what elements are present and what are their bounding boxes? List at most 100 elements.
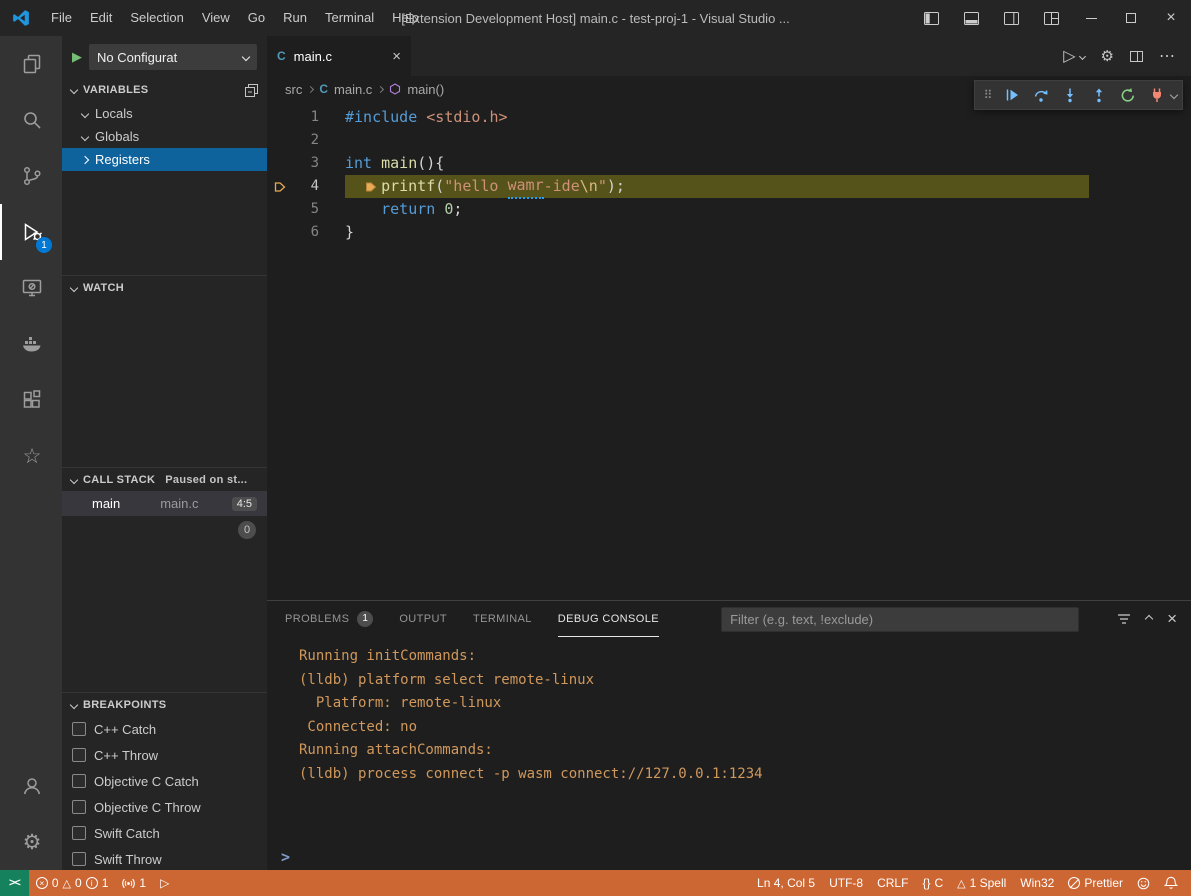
checkbox[interactable] <box>72 800 86 814</box>
gutter-glyph[interactable] <box>267 152 293 175</box>
filter-icon[interactable] <box>1117 612 1131 626</box>
console-filter-input[interactable] <box>721 607 1079 632</box>
step-into-button[interactable] <box>1057 82 1083 108</box>
source-control-icon[interactable] <box>0 148 62 204</box>
menu-run[interactable]: Run <box>274 0 316 36</box>
debug-status[interactable]: ▷ <box>153 870 176 896</box>
encoding[interactable]: UTF-8 <box>822 870 870 896</box>
toggle-secondary-sidebar-icon[interactable] <box>991 0 1031 36</box>
code-text[interactable]: int main(){ <box>345 152 444 175</box>
disconnect-button[interactable] <box>1144 82 1170 108</box>
step-out-button[interactable] <box>1086 82 1112 108</box>
toggle-sidebar-icon[interactable] <box>911 0 951 36</box>
breadcrumb-file[interactable]: main.c <box>334 82 372 97</box>
debug-console-input[interactable]: > <box>267 844 1191 870</box>
maximize-panel-icon[interactable] <box>1145 615 1153 623</box>
code-line-3[interactable]: 3 int main(){ <box>267 152 1191 175</box>
debug-session-chevron-icon[interactable] <box>1170 91 1178 99</box>
search-icon[interactable] <box>0 92 62 148</box>
variables-section-header[interactable]: VARIABLES <box>62 78 267 102</box>
run-file-button[interactable]: ▷ <box>1063 46 1084 66</box>
watch-section-header[interactable]: WATCH <box>62 275 267 299</box>
problems-status[interactable]: × 0 △ 0 i 1 <box>29 870 116 896</box>
tab-problems[interactable]: PROBLEMS 1 <box>285 601 373 637</box>
start-debugging-icon[interactable]: ▶ <box>72 49 82 65</box>
split-editor-icon[interactable] <box>1130 51 1143 62</box>
tab-main-c[interactable]: C main.c × <box>267 36 411 76</box>
restart-button[interactable] <box>1115 82 1141 108</box>
variables-item-registers[interactable]: Registers <box>62 148 267 171</box>
menu-file[interactable]: File <box>42 0 81 36</box>
inline-breakpoint-icon[interactable] <box>364 180 378 194</box>
collapse-all-icon[interactable] <box>245 84 258 97</box>
breakpoint-objc-throw[interactable]: Objective C Throw <box>62 794 267 820</box>
gutter-glyph[interactable] <box>267 221 293 244</box>
cursor-position[interactable]: Ln 4, Col 5 <box>750 870 822 896</box>
toggle-panel-icon[interactable] <box>951 0 991 36</box>
step-over-button[interactable] <box>1028 82 1054 108</box>
language-mode[interactable]: {} C <box>915 870 950 896</box>
eol-sequence[interactable]: CRLF <box>870 870 915 896</box>
gutter-glyph[interactable] <box>267 129 293 152</box>
code-line-2[interactable]: 2 <box>267 129 1191 152</box>
close-panel-icon[interactable]: × <box>1167 609 1177 629</box>
breakpoints-section-header[interactable]: BREAKPOINTS <box>62 692 267 716</box>
code-text[interactable]: printf("hello wamr-ide\n"); <box>345 175 625 198</box>
tab-debug-console[interactable]: DEBUG CONSOLE <box>558 601 659 637</box>
feedback-status[interactable] <box>1130 870 1157 896</box>
code-text[interactable]: #include <stdio.h> <box>345 106 508 129</box>
favorites-star-icon[interactable]: ☆ <box>0 428 62 484</box>
maximize-button[interactable] <box>1111 0 1151 36</box>
launch-configuration-dropdown[interactable]: No Configurat <box>89 44 257 70</box>
breakpoint-objc-catch[interactable]: Objective C Catch <box>62 768 267 794</box>
gutter-glyph[interactable] <box>267 175 293 198</box>
close-button[interactable]: × <box>1151 0 1191 36</box>
breakpoint-swift-throw[interactable]: Swift Throw <box>62 846 267 872</box>
variables-item-locals[interactable]: Locals <box>62 102 267 125</box>
code-editor[interactable]: 1 #include <stdio.h> 2 3 int main(){ 4 p… <box>267 102 1191 600</box>
continue-button[interactable] <box>999 82 1025 108</box>
gutter-glyph[interactable] <box>267 198 293 221</box>
call-stack-frame-row[interactable]: main main.c 4:5 <box>62 491 267 516</box>
platform-status[interactable]: Win32 <box>1013 870 1061 896</box>
run-and-debug-icon[interactable]: 1 <box>0 204 62 260</box>
code-text[interactable]: return 0; <box>345 198 462 221</box>
settings-gear-icon[interactable]: ⚙ <box>0 814 62 870</box>
editor-settings-gear-icon[interactable]: ⚙ <box>1101 47 1114 65</box>
call-stack-section-header[interactable]: CALL STACK Paused on st... <box>62 467 267 491</box>
breakpoint-swift-catch[interactable]: Swift Catch <box>62 820 267 846</box>
explorer-icon[interactable] <box>0 36 62 92</box>
breakpoint-cpp-throw[interactable]: C++ Throw <box>62 742 267 768</box>
menu-edit[interactable]: Edit <box>81 0 121 36</box>
checkbox[interactable] <box>72 774 86 788</box>
code-line-6[interactable]: 6 } <box>267 221 1191 244</box>
menu-view[interactable]: View <box>193 0 239 36</box>
spell-checker-status[interactable]: △ 1 Spell <box>950 870 1013 896</box>
remote-explorer-icon[interactable] <box>0 260 62 316</box>
tab-terminal[interactable]: TERMINAL <box>473 601 532 637</box>
menu-go[interactable]: Go <box>239 0 274 36</box>
checkbox[interactable] <box>72 826 86 840</box>
formatter-status[interactable]: Prettier <box>1061 870 1130 896</box>
checkbox[interactable] <box>72 722 86 736</box>
breakpoint-cpp-catch[interactable]: C++ Catch <box>62 716 267 742</box>
code-text[interactable]: } <box>345 221 354 244</box>
minimize-button[interactable] <box>1071 0 1111 36</box>
tab-output[interactable]: OUTPUT <box>399 601 447 637</box>
gutter-glyph[interactable] <box>267 106 293 129</box>
menu-selection[interactable]: Selection <box>121 0 192 36</box>
docker-icon[interactable] <box>0 316 62 372</box>
more-actions-icon[interactable]: ⋯ <box>1159 46 1175 66</box>
accounts-icon[interactable] <box>0 758 62 814</box>
notifications-status[interactable] <box>1157 870 1185 896</box>
checkbox[interactable] <box>72 748 86 762</box>
ports-status[interactable]: 1 <box>115 870 153 896</box>
debug-console-output[interactable]: Running initCommands: (lldb) platform se… <box>267 637 1191 844</box>
checkbox[interactable] <box>72 852 86 866</box>
extensions-icon[interactable] <box>0 372 62 428</box>
drag-handle-icon[interactable]: ⠿ <box>980 88 996 102</box>
code-line-5[interactable]: 5 return 0; <box>267 198 1191 221</box>
remote-indicator[interactable]: >< <box>0 870 29 896</box>
variables-item-globals[interactable]: Globals <box>62 125 267 148</box>
breadcrumb-src[interactable]: src <box>285 82 302 97</box>
